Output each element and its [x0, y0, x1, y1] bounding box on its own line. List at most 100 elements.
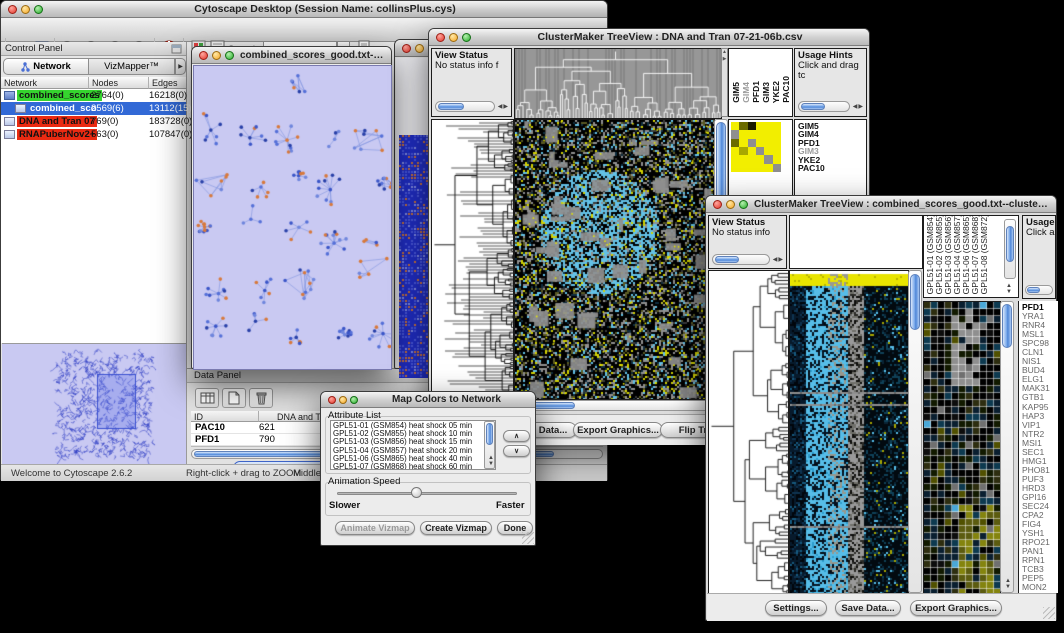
column-label[interactable]: GPL51-08 (GSM872) — [980, 215, 989, 294]
col-nodes[interactable]: Nodes — [89, 77, 149, 89]
treeview2-titlebar[interactable]: ClusterMaker TreeView : combined_scores_… — [706, 196, 1056, 213]
move-down-button[interactable]: ∨ — [503, 445, 530, 457]
treeview2-column-dendrogram[interactable] — [789, 215, 923, 269]
animation-speed-slider-track[interactable] — [337, 492, 517, 495]
save-data-button[interactable]: Save Data... — [835, 600, 901, 616]
export-graphics-button[interactable]: Export Graphics... — [910, 600, 1002, 616]
new-attribute-button[interactable] — [222, 388, 246, 408]
minimap-cell — [731, 164, 739, 172]
usage-hints-scrollbar[interactable] — [1025, 285, 1053, 295]
dense-network-canvas[interactable] — [399, 135, 430, 378]
animate-vizmap-button[interactable]: Animate Vizmap — [335, 521, 415, 535]
column-label[interactable]: GIM5 — [732, 82, 741, 103]
minimap-cell — [739, 130, 747, 138]
network1-titlebar[interactable]: combined_scores_good.txt--cluste... — [192, 47, 391, 64]
treeview1-heatmap[interactable] — [514, 119, 715, 400]
tab-vizmapper[interactable]: VizMapper™ — [89, 58, 175, 75]
scroll-arrows[interactable]: ◀▶ — [853, 103, 864, 110]
network-view-canvas[interactable] — [193, 65, 392, 370]
column-label[interactable]: PFD1 — [752, 81, 761, 103]
network-row[interactable]: combined_sco 2569(6) 13112(15) — [1, 102, 186, 115]
network2-minimize-button[interactable] — [415, 44, 424, 53]
scroll-arrows[interactable]: ◀▶ — [498, 103, 509, 110]
column-label[interactable]: YKE2 — [772, 81, 781, 103]
treeview1-usage-hints-panel: Usage Hints Click and drag tc ◀▶ — [794, 48, 867, 117]
tab-overflow-button[interactable]: ▶ — [175, 58, 186, 75]
save-data-button[interactable]: Data... — [529, 422, 577, 438]
view-status-scrollbar[interactable] — [435, 101, 495, 112]
gene-label[interactable]: MON2 — [1022, 583, 1058, 592]
treeview1-minimize-button[interactable] — [449, 33, 458, 42]
delete-attribute-button[interactable] — [249, 388, 273, 408]
row-label[interactable]: PAC10 — [798, 164, 866, 172]
treeview2-heatmap[interactable] — [789, 270, 909, 595]
main-titlebar[interactable]: Cytoscape Desktop (Session Name: collins… — [1, 1, 607, 18]
animation-speed-label: Animation Speed — [328, 476, 400, 487]
network-row[interactable]: combined_scores 2764(0) 16218(0) — [1, 89, 186, 102]
column-labels-vscroll[interactable] — [1004, 219, 1016, 279]
treeview1-column-dendrogram[interactable] — [514, 48, 722, 119]
network-tab-icon — [21, 62, 30, 72]
treeview1-close-button[interactable] — [436, 33, 445, 42]
treeview1-zoom-button[interactable] — [462, 33, 471, 42]
scroll-arrows[interactable]: ▲▼ — [1006, 283, 1013, 295]
minimize-button[interactable] — [21, 5, 30, 14]
network-edges-count: 13112(15) — [149, 103, 192, 114]
float-panel-icon[interactable] — [171, 44, 182, 54]
treeview2-detail-vscroll[interactable]: ▲▼ — [1000, 301, 1014, 593]
treeview2-row-dendrogram[interactable] — [708, 270, 789, 595]
attribute-list-item[interactable]: GPL51-07 (GSM868) heat shock 60 min — [333, 463, 495, 470]
network2-close-button[interactable] — [402, 44, 411, 53]
dialog-minimize-button[interactable] — [339, 396, 347, 404]
treeview2-detail-vscroll-thumb[interactable] — [1002, 304, 1012, 348]
animation-speed-slider-thumb[interactable] — [411, 487, 422, 498]
col-network[interactable]: Network — [1, 77, 89, 89]
column-label[interactable]: GIM4 — [742, 82, 751, 103]
scroll-arrows[interactable]: ▲▼ — [1005, 578, 1012, 590]
minimap-cell — [731, 147, 739, 155]
network-name: combined_sco — [28, 103, 99, 114]
data-col-id[interactable]: ID — [191, 411, 259, 422]
attribute-select-button[interactable] — [195, 388, 219, 408]
col-edges[interactable]: Edges — [149, 77, 186, 89]
resize-grip[interactable] — [522, 532, 534, 544]
close-button[interactable] — [8, 5, 17, 14]
create-vizmap-button[interactable]: Create Vizmap — [420, 521, 492, 535]
move-up-button[interactable]: ∧ — [503, 430, 530, 442]
treeview2-close-button[interactable] — [713, 200, 722, 209]
dialog-close-button[interactable] — [328, 396, 336, 404]
column-label[interactable]: PAC10 — [782, 76, 791, 103]
column-label[interactable]: GIM3 — [762, 82, 771, 103]
view-status-scrollbar[interactable] — [712, 254, 770, 265]
export-graphics-button[interactable]: Export Graphics... — [573, 422, 663, 438]
dialog-titlebar[interactable]: Map Colors to Network — [321, 392, 535, 408]
treeview2-detail-heatmap[interactable] — [923, 301, 1001, 595]
slower-label: Slower — [329, 500, 360, 511]
treeview1-titlebar[interactable]: ClusterMaker TreeView : DNA and Tran 07-… — [429, 29, 869, 46]
scroll-arrows[interactable]: ▲▼ — [488, 455, 495, 467]
settings-button[interactable]: Settings... — [765, 600, 827, 616]
network-row[interactable]: RNAPuberNov2+ 563(0) 107847(0) — [1, 128, 186, 141]
network1-minimize-button[interactable] — [212, 51, 221, 60]
birdseye-view[interactable] — [2, 343, 186, 464]
treeview1-hscroll[interactable] — [514, 400, 713, 411]
treeview1-row-dendrogram[interactable] — [431, 119, 514, 400]
resize-grip[interactable] — [1043, 607, 1055, 619]
usage-hints-scrollbar[interactable] — [798, 101, 850, 112]
network1-zoom-button[interactable] — [225, 51, 234, 60]
zoom-button[interactable] — [34, 5, 43, 14]
minimap-cell — [731, 139, 739, 147]
attribute-list-scrollbar[interactable]: ▲▼ — [484, 421, 495, 469]
network1-close-button[interactable] — [199, 51, 208, 60]
network-row[interactable]: DNA and Tran 07 769(0) 183728(0) — [1, 115, 186, 128]
treeview1-splitter[interactable]: ▲▶ — [721, 48, 728, 117]
treeview2-zoom-button[interactable] — [739, 200, 748, 209]
dialog-zoom-button[interactable] — [350, 396, 358, 404]
treeview2-vscroll[interactable] — [908, 270, 922, 593]
tab-network[interactable]: Network — [3, 58, 89, 75]
treeview2-vscroll-thumb[interactable] — [910, 274, 920, 330]
minimap-cell — [773, 139, 781, 147]
tv1-minimap[interactable] — [731, 122, 781, 172]
scroll-arrows[interactable]: ◀▶ — [773, 256, 784, 263]
treeview2-minimize-button[interactable] — [726, 200, 735, 209]
